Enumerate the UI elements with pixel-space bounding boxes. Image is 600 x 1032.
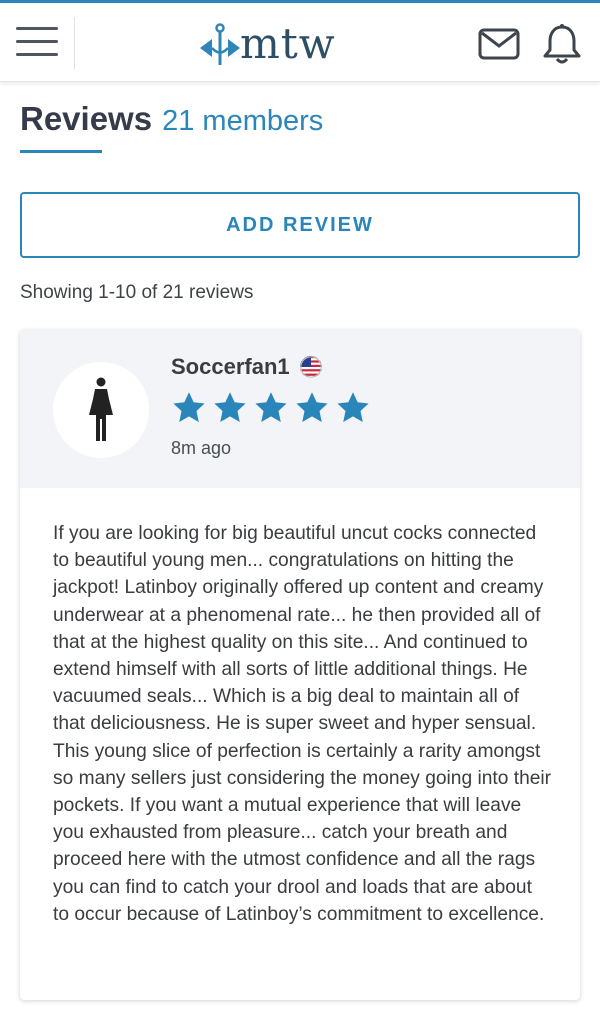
title-underline (20, 150, 102, 153)
review-time: 8m ago (171, 438, 232, 458)
reviewer-name[interactable]: Soccerfan1 (171, 354, 290, 380)
female-silhouette-icon (89, 377, 113, 441)
reviewer-info: Soccerfan1 (171, 354, 322, 380)
logo-icon (200, 23, 240, 65)
star-icon (337, 392, 369, 422)
review-text: If you are looking for big beautiful unc… (53, 523, 552, 925)
add-review-button[interactable]: ADD REVIEW (20, 192, 580, 258)
avatar[interactable] (53, 362, 149, 458)
star-icon (214, 392, 246, 422)
page-title-row: Reviews 21 members (20, 100, 323, 144)
mail-icon[interactable] (478, 27, 520, 61)
site-logo[interactable]: mtw (196, 21, 366, 67)
star-icon (173, 392, 205, 422)
top-header: mtw (0, 3, 600, 82)
star-icon (255, 392, 287, 422)
page-title: Reviews (20, 100, 153, 137)
members-count: 21 members (162, 105, 324, 137)
star-icon (296, 392, 328, 422)
us-flag-icon (299, 356, 322, 378)
header-divider (74, 17, 75, 69)
review-card-header: Soccerfan1 8m ago (20, 330, 580, 488)
review-card: Soccerfan1 8m ago If you are looking for… (20, 330, 580, 1000)
bell-icon[interactable] (542, 23, 582, 65)
showing-count-text: Showing 1-10 of 21 reviews (20, 282, 254, 303)
menu-icon[interactable] (16, 27, 58, 61)
logo-text: mtw (240, 19, 336, 68)
rating-stars (171, 390, 376, 426)
